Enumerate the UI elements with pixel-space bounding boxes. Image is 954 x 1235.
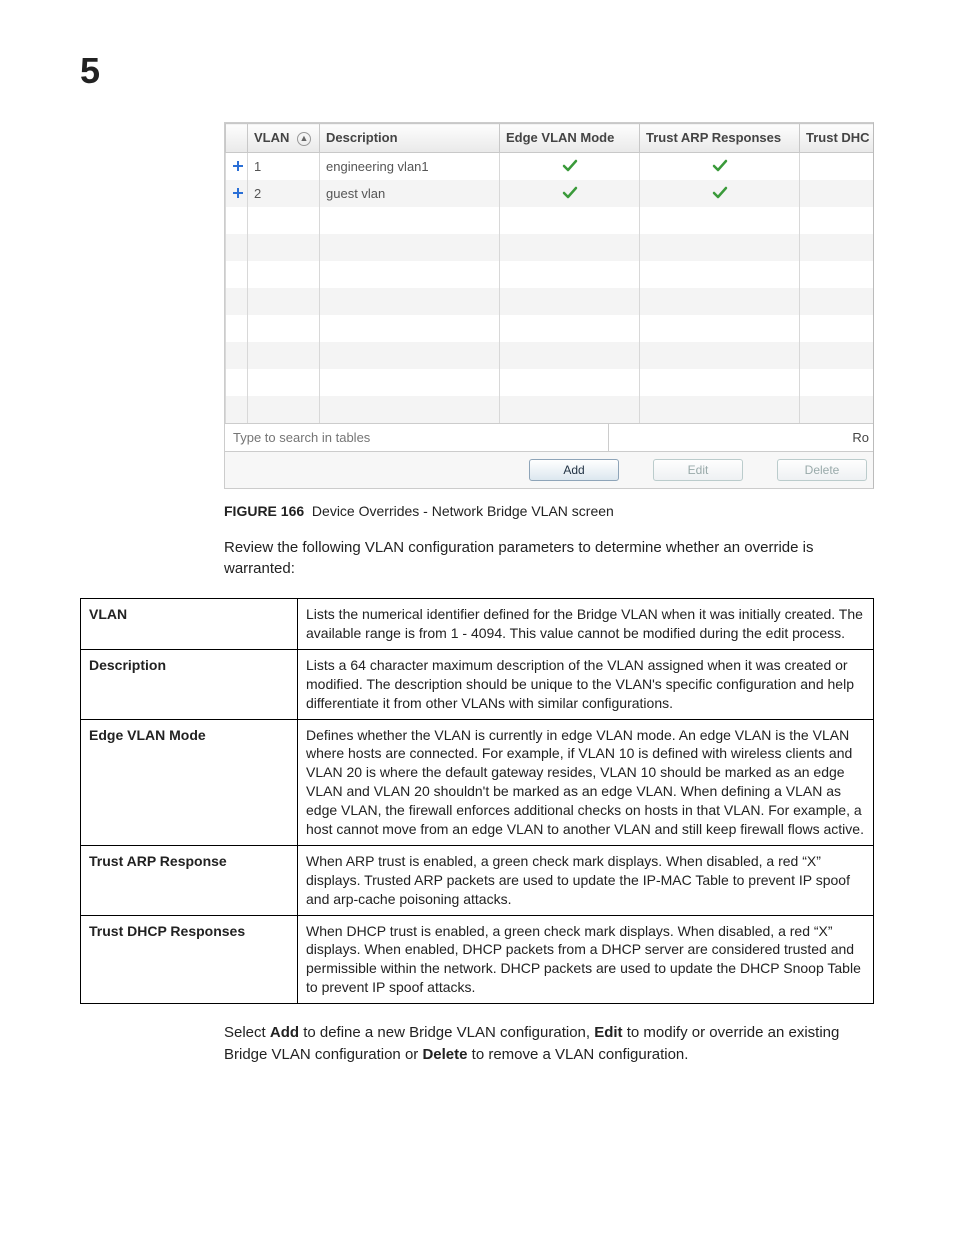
closing-paragraph: Select Add to define a new Bridge VLAN c…: [224, 1022, 874, 1066]
empty-row: [226, 288, 874, 315]
definition-term: Description: [81, 649, 298, 719]
empty-row: [226, 315, 874, 342]
definition-term: Edge VLAN Mode: [81, 719, 298, 845]
definition-row: Trust DHCP ResponsesWhen DHCP trust is e…: [81, 915, 874, 1004]
row-trust-arp: [640, 180, 800, 207]
empty-row: [226, 396, 874, 423]
grid-row-count-hint: Ro: [609, 424, 873, 451]
figure-label: FIGURE 166: [224, 503, 304, 519]
row-vlan-id: 2: [248, 180, 320, 207]
definition-row: VLANLists the numerical identifier defin…: [81, 599, 874, 650]
sort-asc-icon[interactable]: ▲: [297, 132, 311, 146]
definitions-table: VLANLists the numerical identifier defin…: [80, 598, 874, 1004]
row-vlan-id: 1: [248, 152, 320, 180]
grid-col-vlan-label: VLAN: [254, 130, 289, 145]
delete-button[interactable]: Delete: [777, 459, 867, 481]
add-button[interactable]: Add: [529, 459, 619, 481]
grid-col-vlan[interactable]: VLAN ▲: [248, 124, 320, 153]
grid-col-trust-dhcp[interactable]: Trust DHC: [800, 124, 874, 153]
kw-add: Add: [270, 1024, 299, 1041]
grid-search-input[interactable]: [225, 424, 609, 451]
figure-title: Device Overrides - Network Bridge VLAN s…: [312, 503, 614, 519]
row-edge-mode: [500, 180, 640, 207]
grid-col-trust-arp[interactable]: Trust ARP Responses: [640, 124, 800, 153]
row-description: engineering vlan1: [320, 152, 500, 180]
definition-desc: When ARP trust is enabled, a green check…: [298, 845, 874, 915]
figure-caption: FIGURE 166 Device Overrides - Network Br…: [224, 503, 874, 519]
vlan-row[interactable]: 2guest vlan: [226, 180, 874, 207]
empty-row: [226, 369, 874, 396]
row-add-icon[interactable]: [226, 152, 248, 180]
vlan-grid: VLAN ▲ Description Edge VLAN Mode Trust …: [225, 123, 874, 423]
row-add-icon[interactable]: [226, 180, 248, 207]
row-trust-dhcp: [800, 152, 874, 180]
row-trust-dhcp: [800, 180, 874, 207]
definition-desc: When DHCP trust is enabled, a green chec…: [298, 915, 874, 1004]
row-trust-arp: [640, 152, 800, 180]
edit-button[interactable]: Edit: [653, 459, 743, 481]
definition-desc: Lists the numerical identifier defined f…: [298, 599, 874, 650]
definition-term: Trust ARP Response: [81, 845, 298, 915]
definition-desc: Lists a 64 character maximum description…: [298, 649, 874, 719]
definition-row: Edge VLAN ModeDefines whether the VLAN i…: [81, 719, 874, 845]
row-description: guest vlan: [320, 180, 500, 207]
definition-desc: Defines whether the VLAN is currently in…: [298, 719, 874, 845]
kw-edit: Edit: [594, 1024, 622, 1041]
kw-delete: Delete: [422, 1046, 467, 1063]
empty-row: [226, 207, 874, 234]
grid-col-description[interactable]: Description: [320, 124, 500, 153]
vlan-grid-screenshot: VLAN ▲ Description Edge VLAN Mode Trust …: [224, 122, 874, 489]
empty-row: [226, 261, 874, 288]
empty-row: [226, 342, 874, 369]
definition-row: DescriptionLists a 64 character maximum …: [81, 649, 874, 719]
row-edge-mode: [500, 152, 640, 180]
intro-paragraph: Review the following VLAN configuration …: [224, 537, 874, 581]
grid-col-edge-mode[interactable]: Edge VLAN Mode: [500, 124, 640, 153]
definition-row: Trust ARP ResponseWhen ARP trust is enab…: [81, 845, 874, 915]
vlan-row[interactable]: 1engineering vlan1: [226, 152, 874, 180]
grid-col-addmarker[interactable]: [226, 124, 248, 153]
chapter-number: 5: [80, 50, 874, 92]
grid-button-row: Add Edit Delete: [225, 452, 873, 488]
empty-row: [226, 234, 874, 261]
definition-term: VLAN: [81, 599, 298, 650]
definition-term: Trust DHCP Responses: [81, 915, 298, 1004]
